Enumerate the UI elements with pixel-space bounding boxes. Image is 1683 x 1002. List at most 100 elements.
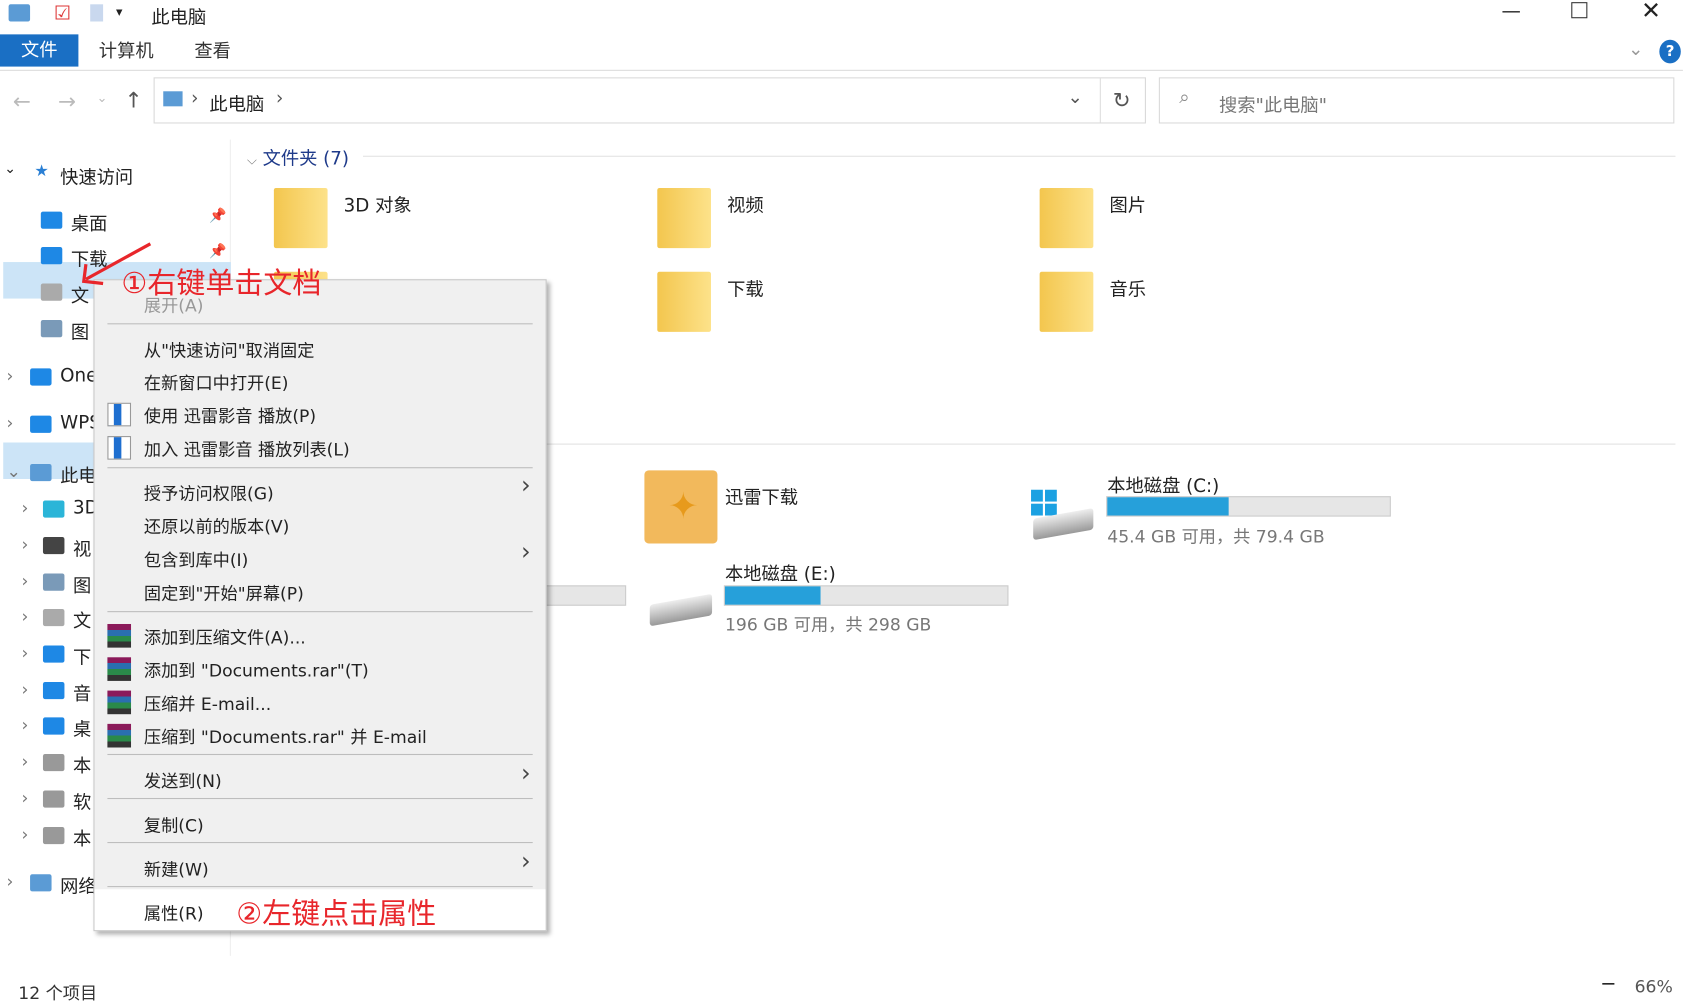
breadcrumb-chevron[interactable]: › — [276, 88, 283, 109]
status-item-count: 12 个项目 — [18, 982, 98, 1002]
menu-item[interactable]: 使用 迅雷影音 播放(P) — [144, 402, 316, 428]
menu-item[interactable]: 还原以前的版本(V) — [144, 512, 289, 538]
expand-icon[interactable]: › — [21, 824, 28, 844]
music-icon — [42, 681, 65, 700]
sidebar-item[interactable]: 网络 — [60, 871, 97, 897]
folders-header-label: 文件夹 (7) — [262, 148, 350, 170]
expand-icon[interactable]: › — [21, 679, 28, 699]
folders-section-header[interactable]: ⌵ 文件夹 (7) — [247, 143, 350, 170]
star-icon: ★ — [34, 161, 49, 181]
minimize-button[interactable]: — — [1501, 0, 1520, 23]
collapse-icon[interactable]: ⌄ — [6, 461, 20, 481]
expand-icon[interactable]: › — [21, 714, 28, 734]
sidebar-item[interactable]: 桌 — [73, 714, 91, 741]
up-button[interactable]: ↑ — [125, 87, 143, 113]
menu-item[interactable]: 属性(R) — [144, 899, 204, 925]
sidebar-item-quick-access[interactable]: 快速访问 — [60, 162, 133, 189]
expand-icon[interactable]: › — [21, 642, 28, 662]
sidebar-item[interactable]: 软 — [73, 787, 91, 814]
menu-item[interactable]: 新建(W) — [144, 855, 209, 881]
pin-icon[interactable]: 📌 — [209, 244, 226, 260]
expand-ribbon-icon[interactable]: ⌄ — [1628, 39, 1643, 60]
expand-icon[interactable]: › — [21, 570, 28, 590]
sidebar-item[interactable]: 图 — [71, 317, 89, 343]
videos-icon — [657, 187, 711, 249]
refresh-icon[interactable]: ↻ — [1113, 87, 1131, 113]
expand-icon[interactable]: › — [21, 787, 28, 807]
menu-separator — [107, 753, 533, 756]
sidebar-item[interactable]: 音 — [73, 679, 91, 705]
menu-separator — [107, 467, 533, 469]
file-explorer-window: ☑ ▾ 此电脑 — ✕ 文件 计算机 查看 ⌄ ? ← → ⌄ ↑ › 此电脑 … — [0, 0, 1683, 1002]
menu-separator — [107, 797, 533, 800]
tab-file[interactable]: 文件 — [0, 34, 79, 67]
network-icon — [30, 874, 52, 892]
download-icon — [40, 247, 63, 265]
zoom-level: 66% — [1634, 976, 1673, 997]
expand-icon[interactable]: › — [21, 534, 28, 554]
new-folder-icon[interactable] — [90, 4, 104, 22]
drive-icon — [42, 826, 65, 845]
expand-icon[interactable]: › — [21, 606, 28, 626]
recent-locations-button[interactable]: ⌄ — [97, 90, 108, 105]
search-placeholder: 搜索"此电脑" — [1218, 95, 1328, 118]
search-input[interactable]: ⌕ 搜索"此电脑" — [1158, 77, 1675, 124]
downloads-icon — [657, 271, 711, 332]
sidebar-item[interactable]: 视 — [73, 534, 91, 560]
menu-item[interactable]: 在新窗口中打开(E) — [144, 368, 289, 394]
expand-icon[interactable]: › — [6, 871, 13, 891]
breadcrumb-this-pc[interactable]: 此电脑 — [209, 89, 264, 116]
breadcrumb-separator: › — [191, 88, 199, 110]
address-bar[interactable]: › 此电脑 › ⌄ ↻ — [153, 77, 1146, 124]
expand-icon[interactable]: › — [21, 751, 28, 771]
drive-usage-bar — [1106, 496, 1391, 517]
sidebar-item[interactable]: 桌面 — [71, 208, 108, 235]
pictures-icon — [1039, 187, 1094, 249]
close-button[interactable]: ✕ — [1641, 0, 1661, 25]
computer-icon — [8, 4, 31, 22]
tab-computer[interactable]: 计算机 — [99, 35, 154, 67]
picture-icon — [40, 320, 63, 338]
customize-toolbar-icon[interactable]: ▾ — [116, 4, 122, 19]
picture-icon — [42, 573, 65, 591]
window-title: 此电脑 — [151, 7, 207, 29]
menu-item[interactable]: 包含到库中(I) — [144, 546, 248, 572]
collapse-icon[interactable]: ⌄ — [4, 161, 16, 177]
maximize-button[interactable] — [1571, 2, 1588, 19]
sidebar-item[interactable]: 图 — [73, 570, 91, 597]
sidebar-item[interactable]: One — [60, 365, 97, 386]
drive-icon — [649, 593, 713, 627]
expand-icon[interactable]: › — [6, 365, 13, 385]
videos-icon — [42, 537, 65, 555]
tab-view[interactable]: 查看 — [194, 35, 231, 67]
forward-button[interactable]: → — [58, 88, 76, 114]
drive-space-info: 196 GB 可用，共 298 GB — [724, 614, 932, 635]
sidebar-item[interactable]: 下 — [73, 642, 91, 669]
help-icon[interactable]: ? — [1659, 39, 1681, 64]
address-dropdown-icon[interactable]: ⌄ — [1068, 87, 1083, 108]
expand-icon[interactable]: › — [21, 497, 28, 517]
menu-item[interactable]: 固定到"开始"屏幕(P) — [144, 579, 304, 605]
properties-icon[interactable]: ☑ — [54, 2, 71, 25]
zoom-out-button[interactable]: − — [1600, 973, 1616, 996]
sidebar-item[interactable]: 本 — [73, 824, 91, 850]
back-button[interactable]: ← — [13, 88, 31, 114]
menu-item[interactable]: 从"快速访问"取消固定 — [144, 336, 314, 362]
expand-icon[interactable]: › — [6, 412, 13, 432]
menu-item[interactable]: 发送到(N) — [144, 767, 222, 793]
menu-item[interactable]: 加入 迅雷影音 播放列表(L) — [144, 435, 350, 461]
wps-cloud-icon — [30, 415, 52, 433]
sidebar-item[interactable]: 文 — [73, 606, 91, 632]
annotation-step2: ②左键点击属性 — [236, 897, 437, 932]
sidebar-item[interactable]: 此电 — [60, 461, 97, 487]
menu-item[interactable]: 压缩到 "Documents.rar" 并 E-mail — [144, 723, 427, 749]
menu-item[interactable]: 添加到 "Documents.rar"(T) — [144, 656, 369, 682]
menu-item[interactable]: 压缩并 E-mail... — [144, 690, 271, 716]
menu-item[interactable]: 复制(C) — [144, 811, 204, 837]
pin-icon[interactable]: 📌 — [209, 208, 226, 224]
menu-item[interactable]: 添加到压缩文件(A)... — [144, 623, 306, 649]
document-icon — [40, 283, 63, 301]
winrar-icon — [107, 657, 132, 681]
sidebar-item[interactable]: 本 — [73, 751, 91, 777]
menu-item[interactable]: 授予访问权限(G) — [144, 479, 274, 505]
